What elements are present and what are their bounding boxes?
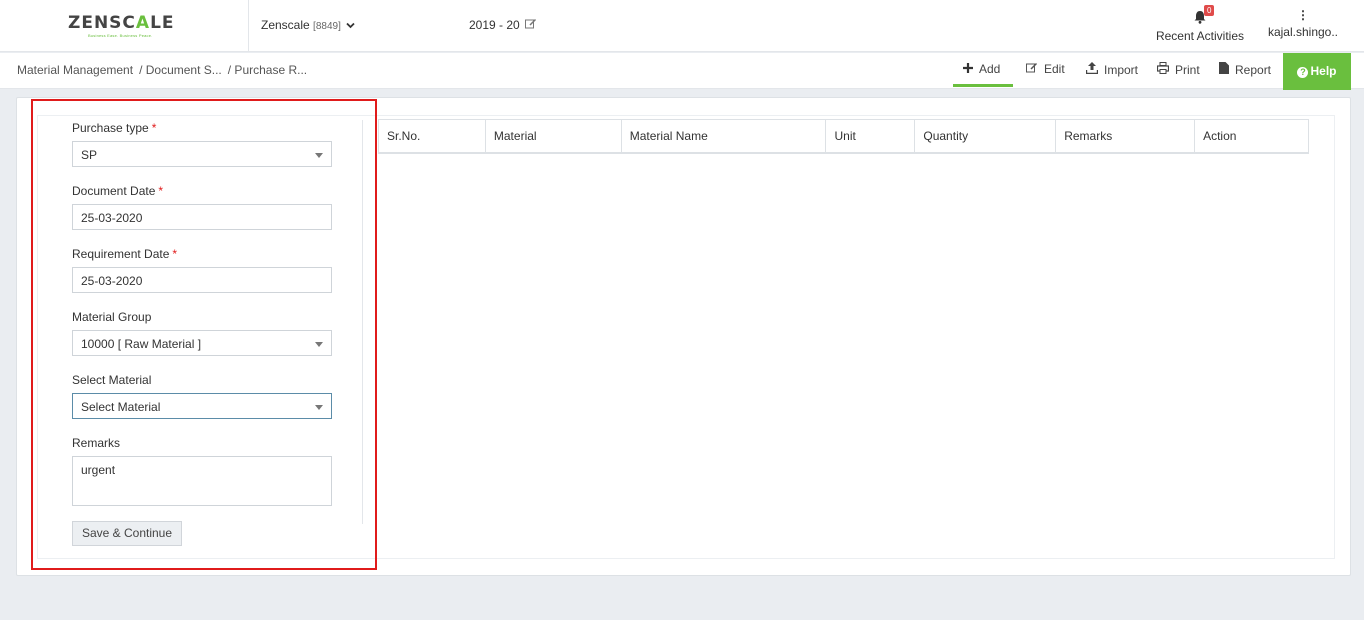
upload-icon	[1085, 62, 1099, 77]
column-header-quantity: Quantity	[914, 119, 1057, 154]
column-header-action: Action	[1194, 119, 1309, 154]
user-name: kajal.shingo..	[1267, 25, 1339, 39]
breadcrumb-item-document[interactable]: / Document S...	[139, 63, 222, 77]
print-button[interactable]: Print	[1156, 62, 1200, 77]
breadcrumb: Material Management / Document S... / Purc…	[17, 63, 313, 77]
company-code: [8849]	[313, 21, 341, 32]
edit-button[interactable]: Edit	[1026, 62, 1065, 76]
edit-label: Edit	[1044, 62, 1065, 76]
material-table: Sr.No. Material Material Name Unit Quant…	[378, 119, 1309, 154]
company-name: Zenscale	[261, 18, 310, 32]
table-header-row: Sr.No. Material Material Name Unit Quant…	[378, 119, 1309, 154]
recent-activities[interactable]: 0 Recent Activities	[1150, 5, 1250, 43]
import-button[interactable]: Import	[1085, 62, 1139, 77]
user-menu[interactable]: ⋮ kajal.shingo..	[1266, 8, 1340, 39]
plus-icon	[963, 62, 973, 76]
logo-text: ZENSCALE	[68, 13, 175, 33]
recent-activities-label: Recent Activities	[1155, 29, 1245, 43]
bell-icon[interactable]: 0	[1194, 5, 1215, 24]
highlight-box	[31, 99, 377, 570]
edit-icon	[1026, 62, 1038, 76]
fiscal-year[interactable]: 2019 - 20	[469, 18, 537, 32]
report-button[interactable]: Report	[1219, 62, 1271, 77]
column-header-material: Material	[484, 119, 622, 154]
active-tab-indicator	[953, 84, 1013, 87]
more-vertical-icon[interactable]: ⋮	[1266, 8, 1340, 22]
column-header-remarks: Remarks	[1055, 119, 1196, 154]
breadcrumb-item-material-management[interactable]: Material Management	[17, 63, 133, 77]
sub-bar: Material Management / Document S... / Purc…	[0, 53, 1364, 89]
breadcrumb-item-purchase: / Purchase R...	[227, 63, 308, 77]
edit-icon[interactable]	[525, 18, 537, 32]
column-header-material-name: Material Name	[620, 119, 827, 154]
file-icon	[1219, 62, 1229, 77]
logo-tagline: Business Ease. Business Peace.	[88, 33, 153, 38]
help-label: Help	[1310, 64, 1337, 78]
print-label: Print	[1175, 63, 1200, 77]
add-label: Add	[979, 62, 1001, 76]
company-selector[interactable]: Zenscale [8849]	[261, 18, 355, 32]
add-button[interactable]: Add	[963, 62, 1000, 76]
notification-badge: 0	[1204, 5, 1215, 16]
column-header-srno: Sr.No.	[378, 119, 486, 154]
header-divider	[248, 0, 249, 52]
column-header-unit: Unit	[825, 119, 916, 154]
report-label: Report	[1235, 63, 1272, 77]
help-button[interactable]: ? Help	[1283, 53, 1351, 90]
fiscal-year-value: 2019 - 20	[469, 18, 520, 32]
chevron-down-icon	[346, 21, 355, 32]
question-circle-icon: ?	[1297, 67, 1309, 78]
top-bar: ZENSCALE Business Ease. Business Peace. …	[0, 0, 1364, 52]
import-label: Import	[1104, 63, 1139, 77]
zenscale-logo[interactable]: ZENSCALE Business Ease. Business Peace.	[30, 10, 220, 42]
print-icon	[1156, 62, 1170, 77]
